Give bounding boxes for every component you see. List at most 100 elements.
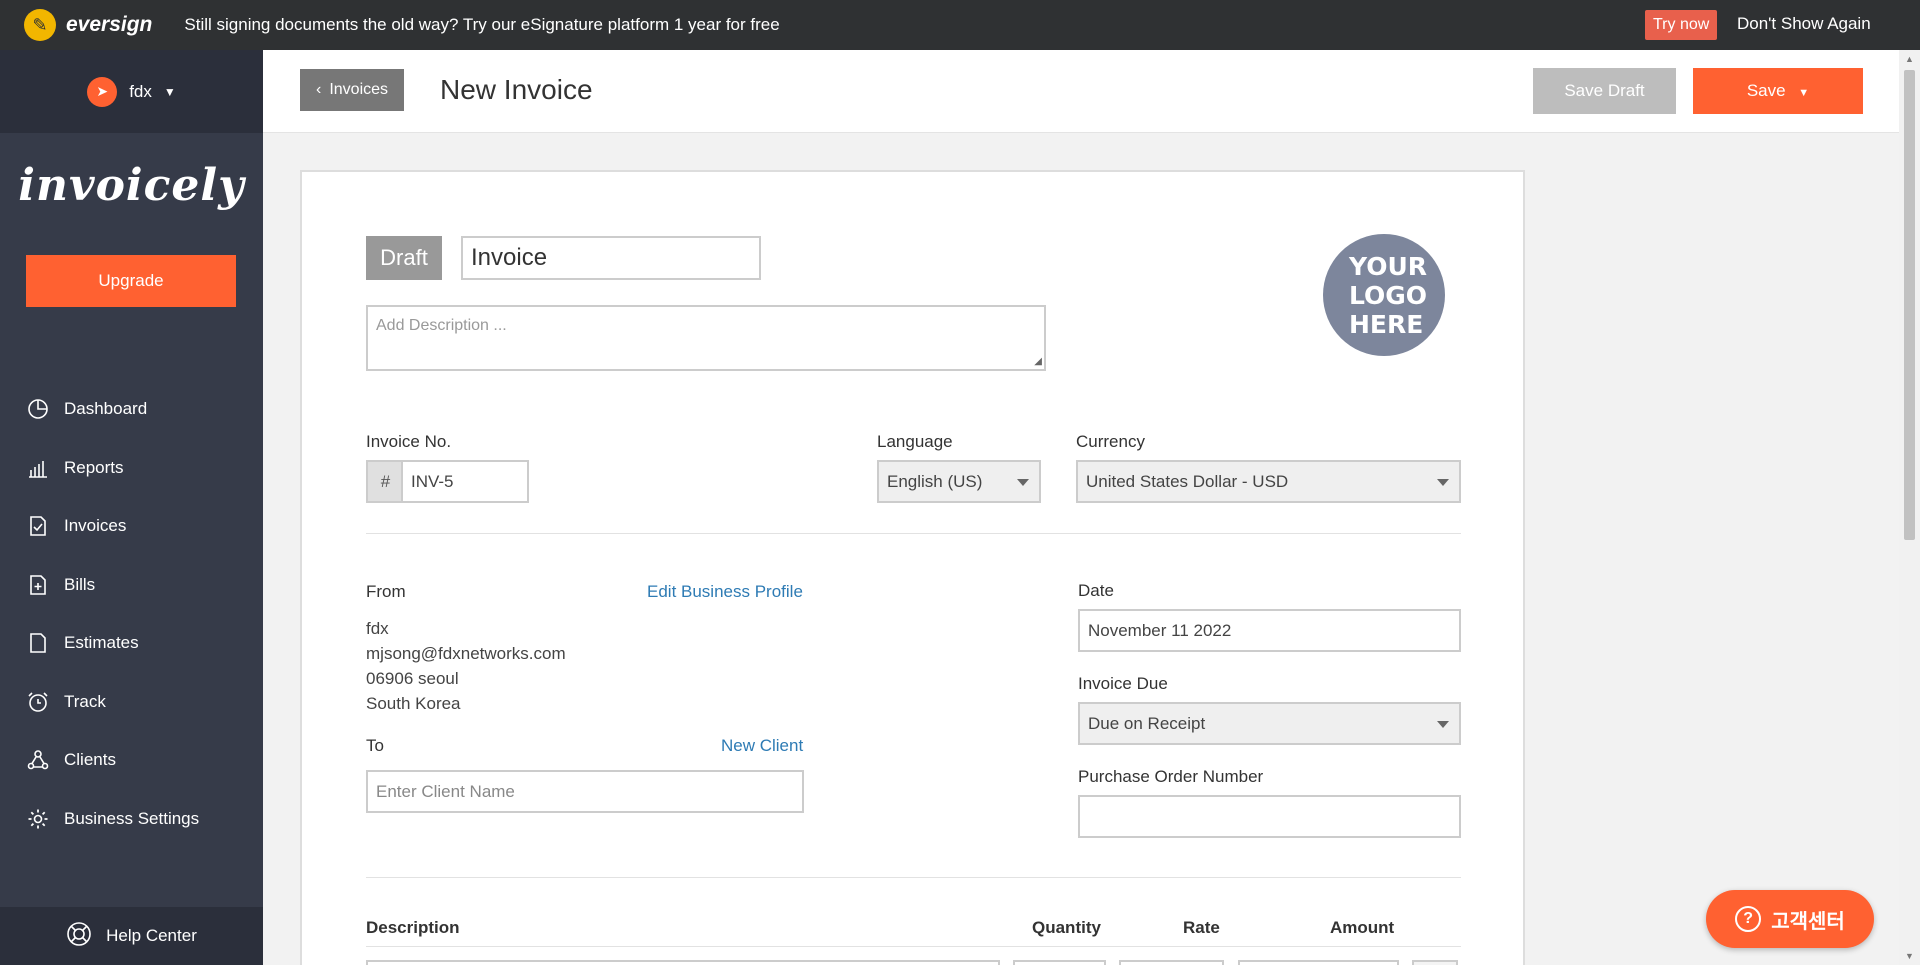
scrollbar-thumb[interactable] (1904, 70, 1915, 540)
invoice-title-input[interactable]: Invoice (461, 236, 761, 280)
invoice-editor: Draft Invoice Add Description ... ◢ YOUR… (300, 170, 1525, 965)
sidebar-item-invoices[interactable]: Invoices (0, 497, 263, 556)
sidebar-item-label: Dashboard (64, 399, 148, 419)
invoice-doc-icon (26, 514, 50, 538)
po-number-input[interactable] (1078, 795, 1461, 838)
chevron-left-icon: ‹ (316, 81, 322, 98)
sidebar-item-label: Estimates (64, 633, 139, 653)
line-quantity-input[interactable] (1013, 960, 1106, 965)
description-textarea[interactable]: Add Description ... ◢ (366, 305, 1046, 371)
save-button[interactable]: Save ▼ (1693, 68, 1863, 114)
client-name-input[interactable]: Enter Client Name (366, 770, 804, 813)
logo-upload[interactable]: YOUR LOGO HERE (1323, 234, 1445, 356)
from-address: 06906 seoul (366, 669, 459, 688)
to-label: To (366, 736, 384, 755)
currency-select[interactable]: United States Dollar - USD (1076, 460, 1461, 503)
sidebar-item-label: Bills (64, 574, 96, 594)
column-quantity: Quantity (1032, 918, 1101, 937)
help-center-label: Help Center (106, 926, 197, 945)
sidebar-item-business-settings[interactable]: Business Settings (0, 790, 263, 849)
language-label: Language (877, 432, 953, 451)
try-now-button[interactable]: Try now (1645, 10, 1718, 40)
support-chat-label: 고객센터 (1771, 910, 1845, 933)
from-name: fdx (366, 619, 389, 638)
sidebar-item-label: Business Settings (64, 808, 200, 828)
sidebar-item-clients[interactable]: Clients (0, 731, 263, 790)
eversign-brand: eversign (66, 13, 153, 36)
gear-icon (26, 807, 50, 831)
from-country: South Korea (366, 694, 461, 713)
column-description: Description (366, 918, 460, 937)
upgrade-button[interactable]: Upgrade (26, 255, 236, 307)
line-rate-input[interactable] (1119, 960, 1224, 965)
account-switcher[interactable]: ➤ fdx ▼ (0, 50, 263, 133)
column-rate: Rate (1183, 918, 1220, 937)
clients-icon (26, 748, 50, 772)
lifebuoy-icon (66, 921, 92, 952)
line-remove-button[interactable] (1412, 960, 1458, 965)
invoice-due-label: Invoice Due (1078, 674, 1168, 693)
page-header: ‹ Invoices New Invoice Save Draft Save ▼ (263, 50, 1899, 133)
help-center-link[interactable]: Help Center (0, 907, 263, 965)
alarm-clock-icon (26, 690, 50, 714)
line-description-input[interactable] (366, 960, 1000, 965)
sidebar: ➤ fdx ▼ invoicely Upgrade Dashboard Repo… (0, 50, 263, 965)
scroll-up-icon[interactable]: ▲ (1905, 54, 1914, 64)
date-label: Date (1078, 581, 1114, 600)
from-email: mjsong@fdxnetworks.com (366, 644, 566, 663)
pen-icon: ✎ (24, 9, 56, 41)
sidebar-item-track[interactable]: Track (0, 673, 263, 732)
page-title: New Invoice (440, 74, 593, 105)
back-button-label: Invoices (329, 81, 389, 98)
sidebar-item-label: Clients (64, 750, 116, 770)
invoice-no-label: Invoice No. (366, 432, 452, 451)
section-divider (366, 877, 1461, 878)
page-scrollbar[interactable]: ▲ ▼ (1899, 50, 1920, 965)
new-client-link[interactable]: New Client (721, 736, 803, 756)
document-icon (26, 631, 50, 655)
currency-label: Currency (1076, 432, 1145, 451)
description-placeholder: Add Description ... (376, 317, 507, 334)
chevron-down-icon: ▼ (163, 84, 176, 99)
resize-grip-icon[interactable]: ◢ (1034, 356, 1042, 367)
status-badge: Draft (366, 236, 442, 280)
invoicely-logo[interactable]: invoicely (0, 160, 263, 211)
save-draft-button[interactable]: Save Draft (1533, 68, 1676, 114)
bill-plus-icon (26, 573, 50, 597)
client-name-placeholder: Enter Client Name (376, 781, 515, 801)
dont-show-again-link[interactable]: Don't Show Again (1737, 14, 1871, 34)
eversign-logo[interactable]: ✎ eversign (24, 9, 152, 41)
sidebar-item-label: Invoices (64, 516, 127, 536)
currency-value: United States Dollar - USD (1086, 471, 1289, 491)
logo-placeholder-text: YOUR LOGO HERE (1349, 251, 1428, 339)
sidebar-item-reports[interactable]: Reports (0, 439, 263, 498)
invoice-due-select[interactable]: Due on Receipt (1078, 702, 1461, 745)
account-name: fdx (129, 81, 152, 101)
line-amount-input[interactable] (1238, 960, 1399, 965)
sidebar-nav: Dashboard Reports Invoices Bills Estimat… (0, 380, 263, 848)
language-select[interactable]: English (US) (877, 460, 1041, 503)
sidebar-item-estimates[interactable]: Estimates (0, 614, 263, 673)
caret-down-icon (1437, 721, 1449, 728)
save-button-label: Save (1746, 81, 1786, 100)
question-icon: ? (1735, 906, 1762, 932)
caret-down-icon (1017, 479, 1029, 486)
sidebar-item-bills[interactable]: Bills (0, 556, 263, 615)
sidebar-item-dashboard[interactable]: Dashboard (0, 380, 263, 439)
back-to-invoices-button[interactable]: ‹ Invoices (300, 69, 405, 111)
sidebar-item-label: Reports (64, 457, 124, 477)
caret-down-icon (1437, 479, 1449, 486)
invoice-number-input[interactable]: INV-5 (401, 460, 529, 503)
support-chat-button[interactable]: ? 고객센터 (1706, 890, 1874, 948)
column-amount: Amount (1330, 918, 1395, 937)
bar-chart-icon (26, 456, 50, 480)
sidebar-item-label: Track (64, 691, 106, 711)
date-input[interactable]: November 11 2022 (1078, 609, 1461, 652)
scroll-down-icon[interactable]: ▼ (1905, 951, 1914, 961)
chevron-down-icon: ▼ (1798, 87, 1810, 99)
edit-business-profile-link[interactable]: Edit Business Profile (647, 582, 803, 602)
invoice-due-value: Due on Receipt (1088, 713, 1206, 733)
language-value: English (US) (887, 471, 983, 491)
po-number-label: Purchase Order Number (1078, 767, 1264, 786)
promo-text: Still signing documents the old way? Try… (184, 15, 780, 34)
